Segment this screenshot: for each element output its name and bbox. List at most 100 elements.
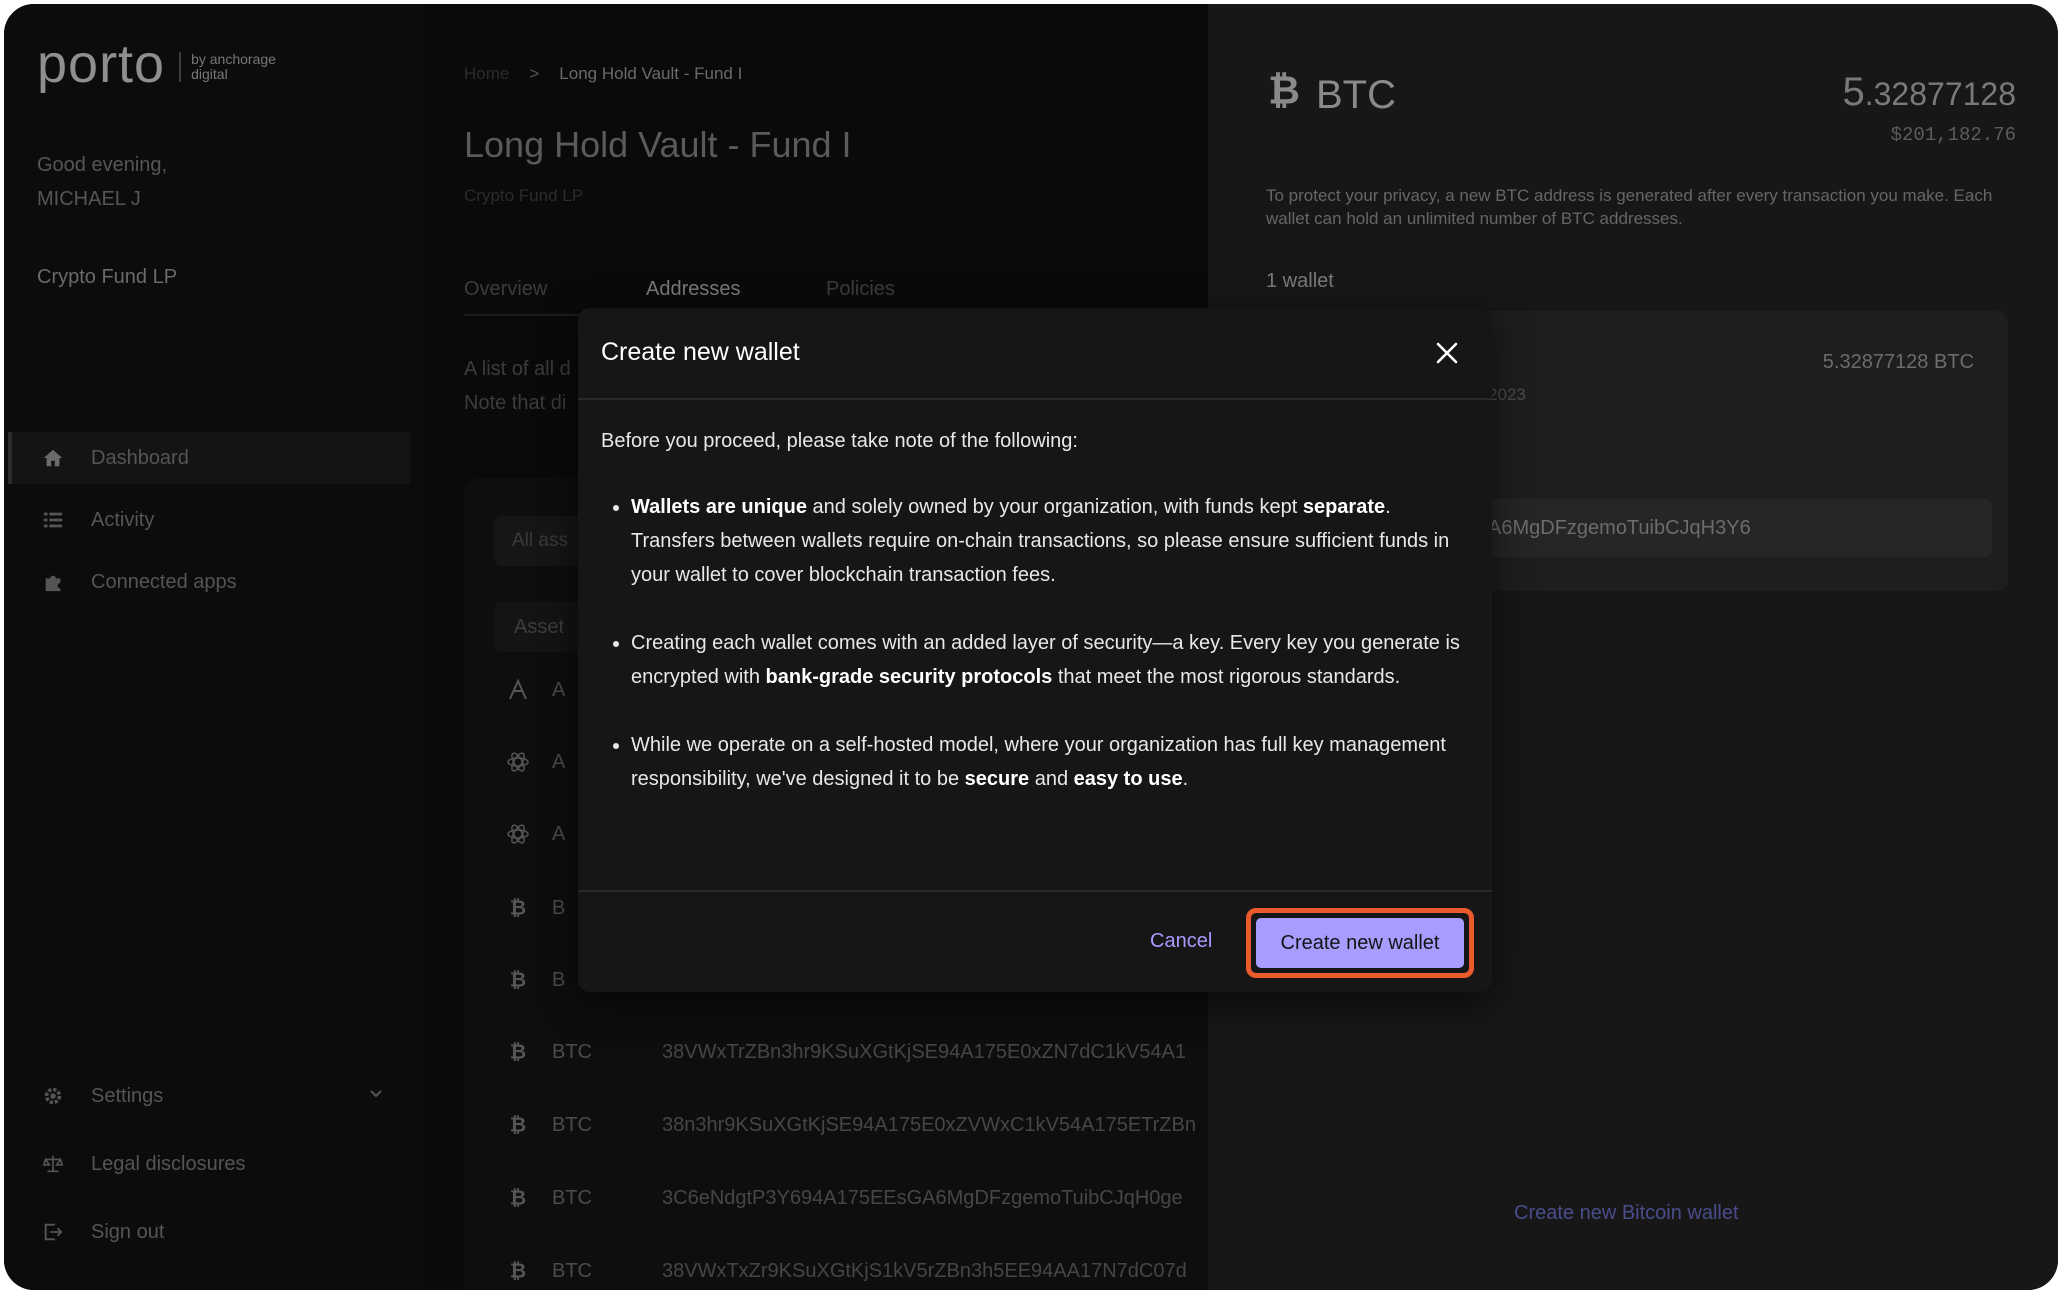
dialog-header: Create new wallet (578, 308, 1492, 400)
tab-overview[interactable]: Overview (464, 278, 547, 301)
asset-symbol: BTC (552, 1040, 592, 1063)
svg-text:₿: ₿ (1268, 70, 1300, 110)
create-bitcoin-wallet-link[interactable]: Create new Bitcoin wallet (1514, 1202, 1739, 1225)
asset-balance: 5.32877128 (1842, 70, 2016, 115)
dialog-title: Create new wallet (601, 338, 800, 366)
dialog-footer: Cancel Create new wallet (578, 890, 1492, 992)
balance-integer: 5 (1842, 70, 1865, 114)
sidebar-item-activity[interactable]: Activity (8, 494, 406, 546)
bitcoin-icon: ₿ (504, 1038, 532, 1066)
address-value: 38VWxTrZBn3hr9KSuXGtKjSE94A175E0xZN7dC1k… (662, 1040, 1186, 1063)
svg-text:₿: ₿ (510, 1041, 526, 1063)
organization-name[interactable]: Crypto Fund LP (37, 266, 177, 289)
bitcoin-icon: ₿ (504, 1184, 532, 1212)
notice-list: Wallets are unique and solely owned by y… (601, 490, 1461, 796)
svg-text:₿: ₿ (510, 897, 526, 919)
wallet-balance: 5.32877128 BTC (1822, 351, 1974, 373)
list-icon (41, 508, 65, 532)
asset-symbol: BTC (552, 1113, 592, 1136)
notice-text: and solely owned by your organization, w… (806, 496, 1303, 518)
sidebar-item-legal-disclosures[interactable]: Legal disclosures (8, 1138, 406, 1190)
bitcoin-icon: ₿ (1266, 69, 1302, 120)
notice-text: that meet the most rigorous standards. (1052, 666, 1401, 688)
breadcrumb-current: Long Hold Vault - Fund I (559, 64, 743, 83)
asset-symbol: BTC (552, 1259, 592, 1282)
cancel-button[interactable]: Cancel (1150, 930, 1212, 953)
sidebar-item-label: Sign out (91, 1220, 165, 1243)
atom-icon (504, 820, 532, 848)
address-value: 38n3hr9KSuXGtKjSE94A175E0xZVWxC1kV54A175… (662, 1113, 1196, 1136)
create-new-wallet-button[interactable]: Create new wallet (1256, 918, 1464, 968)
emphasis: bank-grade security protocols (765, 666, 1053, 688)
greeting-text: Good evening, (37, 154, 168, 176)
user-name: MICHAEL J (37, 188, 141, 210)
sidebar: porto by anchorage digital Good evening,… (4, 4, 424, 1290)
sidebar-item-dashboard[interactable]: Dashboard (8, 432, 410, 484)
sign-out-icon (41, 1220, 65, 1244)
emphasis: secure (964, 768, 1030, 790)
sidebar-item-sign-out[interactable]: Sign out (8, 1206, 406, 1258)
wallet-count: 1 wallet (1266, 270, 1334, 292)
sidebar-item-label: Activity (91, 508, 155, 531)
bitcoin-icon: ₿ (504, 894, 532, 922)
dialog-body: Before you proceed, please take note of … (601, 424, 1461, 796)
breadcrumb-home[interactable]: Home (464, 64, 509, 84)
asset-name: BTC (1316, 72, 1396, 117)
balance-usd: $201,182.76 (1890, 124, 2016, 146)
table-row[interactable]: ₿ BTC 3C6eNdgtP3Y694A175EEsGA6MgDFzgemoT… (504, 1178, 1183, 1218)
sidebar-item-label: Settings (91, 1084, 164, 1107)
logo-wordmark: porto (37, 34, 166, 94)
svg-text:₿: ₿ (510, 1114, 526, 1136)
bitcoin-icon: ₿ (504, 966, 532, 994)
puzzle-icon (41, 570, 65, 594)
sidebar-item-settings[interactable]: Settings (8, 1070, 406, 1122)
asset-header: ₿ BTC (1266, 69, 1396, 120)
notice-item: Wallets are unique and solely owned by y… (631, 490, 1461, 592)
table-row[interactable]: ₿ BTC 38VWxTrZBn3hr9KSuXGtKjSE94A175E0xZ… (504, 1032, 1186, 1072)
emphasis: Wallets are unique (631, 496, 807, 518)
table-row[interactable]: ₿ BTC 38VWxTxZr9KSuXGtKjS1kV5rZBn3h5EE94… (504, 1251, 1187, 1290)
wallet-date: 2023 (1488, 385, 1526, 404)
emphasis: separate (1302, 496, 1386, 518)
tab-policies[interactable]: Policies (826, 278, 895, 301)
home-icon (41, 446, 65, 470)
sidebar-item-label: Connected apps (91, 570, 237, 593)
chevron-down-icon[interactable] (368, 1084, 384, 1107)
description-line: A list of all d (464, 358, 571, 380)
sidebar-item-label: Legal disclosures (91, 1152, 246, 1175)
address-value: 3C6eNdgtP3Y694A175EEsGA6MgDFzgemoTuibCJq… (662, 1186, 1183, 1209)
svg-text:₿: ₿ (510, 1187, 526, 1209)
page-description: A list of all d Note that di (464, 352, 571, 420)
emphasis: easy to use (1073, 768, 1183, 790)
create-wallet-dialog: Create new wallet Before you proceed, pl… (578, 308, 1492, 992)
notice-item: While we operate on a self-hosted model,… (631, 728, 1461, 796)
atom-icon (504, 748, 532, 776)
bitcoin-icon: ₿ (504, 1111, 532, 1139)
address-value: 38VWxTxZr9KSuXGtKjS1kV5rZBn3h5EE94AA17N7… (662, 1259, 1187, 1282)
svg-text:₿: ₿ (510, 969, 526, 991)
privacy-notice: To protect your privacy, a new BTC addre… (1266, 186, 1993, 228)
gear-icon (41, 1084, 65, 1108)
breadcrumb: Home > Long Hold Vault - Fund I (464, 64, 742, 84)
page-title: Long Hold Vault - Fund I (464, 124, 852, 165)
app-window: porto by anchorage digital Good evening,… (4, 4, 2058, 1290)
breadcrumb-separator: > (529, 64, 540, 83)
page-subtitle: Crypto Fund LP (464, 186, 584, 205)
logo: porto by anchorage digital (37, 34, 291, 94)
close-icon[interactable] (1436, 342, 1458, 364)
table-row[interactable]: ₿ BTC 38n3hr9KSuXGtKjSE94A175E0xZVWxC1kV… (504, 1105, 1196, 1145)
scale-icon (41, 1152, 65, 1176)
sidebar-item-connected-apps[interactable]: Connected apps (8, 556, 406, 608)
notice-text: and (1029, 768, 1074, 790)
tab-addresses[interactable]: Addresses (646, 278, 741, 301)
description-line: Note that di (464, 392, 567, 414)
balance-decimal: .32877128 (1864, 76, 2016, 112)
aave-icon (504, 676, 532, 704)
logo-tagline: by anchorage digital (179, 52, 291, 82)
notice-text: . (1182, 768, 1189, 790)
bitcoin-icon: ₿ (504, 1257, 532, 1285)
sidebar-item-label: Dashboard (91, 446, 189, 469)
svg-text:₿: ₿ (510, 1260, 526, 1282)
notice-item: Creating each wallet comes with an added… (631, 626, 1461, 694)
dialog-intro: Before you proceed, please take note of … (601, 430, 1078, 452)
